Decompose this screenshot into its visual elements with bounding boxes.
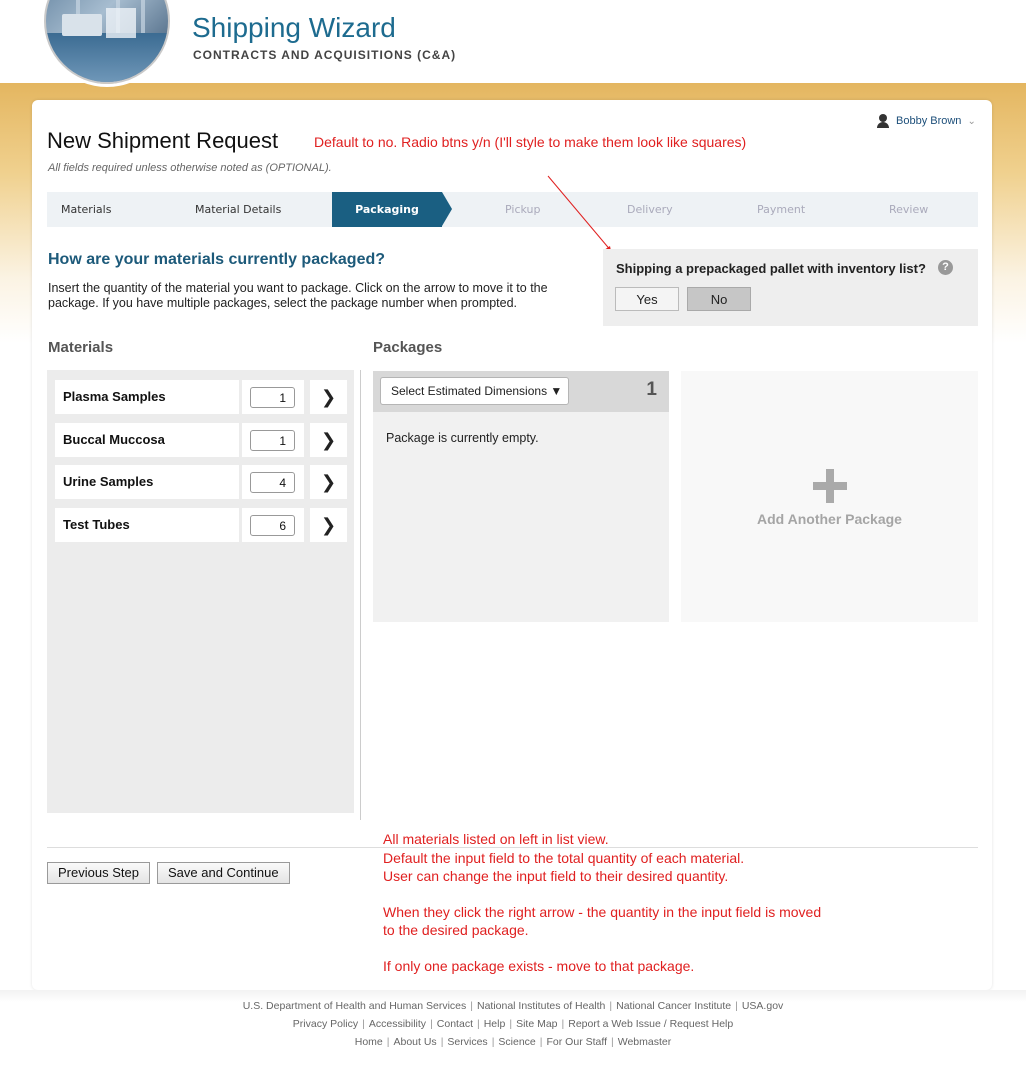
step-material-details[interactable]: Material Details <box>195 192 315 227</box>
column-divider <box>360 370 361 820</box>
footer-link-help[interactable]: Help <box>484 1018 506 1030</box>
annotation-line: Default the input field to the total qua… <box>383 850 745 866</box>
annotation-radio-note: Default to no. Radio btns y/n (I'll styl… <box>314 134 747 150</box>
required-note: All fields required unless otherwise not… <box>48 162 332 174</box>
pallet-yes-radio[interactable]: Yes <box>615 287 679 311</box>
footer-row-nav: Home | About Us | Services | Science | For Our S… <box>354 1036 672 1048</box>
material-label: Urine Samples <box>55 465 239 499</box>
quantity-input[interactable] <box>250 472 295 493</box>
package-number: 1 <box>646 379 657 400</box>
footer-row-policies: Privacy Policy | Accessibility | Contact | Hel… <box>292 1018 734 1030</box>
person-icon <box>876 114 890 128</box>
annotation-line: to the desired package. <box>383 922 529 938</box>
footer-link-science[interactable]: Science <box>498 1036 535 1048</box>
footer-link-webmaster[interactable]: Webmaster <box>618 1036 672 1048</box>
footer-link-accessibility[interactable]: Accessibility <box>369 1018 426 1030</box>
footer-row-agencies: U.S. Department of Health and Human Serv… <box>242 1000 784 1012</box>
footer-link-nci[interactable]: National Cancer Institute <box>616 1000 731 1012</box>
page-title: New Shipment Request <box>47 128 279 153</box>
materials-list: Plasma Samples ❯ Buccal Muccosa ❯ Urine … <box>47 370 354 813</box>
dimensions-select[interactable]: Select Estimated Dimensions ▼ <box>380 377 569 405</box>
footer-link-home[interactable]: Home <box>355 1036 383 1048</box>
add-package-button[interactable]: Add Another Package <box>681 371 978 622</box>
material-label: Buccal Muccosa <box>55 423 239 457</box>
save-and-continue-button[interactable]: Save and Continue <box>157 862 290 884</box>
footer-link-services[interactable]: Services <box>447 1036 487 1048</box>
footer-link-report-issue[interactable]: Report a Web Issue / Request Help <box>568 1018 733 1030</box>
app-title: Shipping Wizard <box>192 12 396 43</box>
footer-link-usagov[interactable]: USA.gov <box>742 1000 783 1012</box>
annotation-line: When they click the right arrow - the qu… <box>383 904 822 920</box>
quantity-input[interactable] <box>250 430 295 451</box>
annotation-line: If only one package exists - move to tha… <box>383 958 695 974</box>
packaging-question: How are your materials currently package… <box>48 251 386 268</box>
help-icon[interactable]: ? <box>938 260 953 275</box>
footer-link-hhs[interactable]: U.S. Department of Health and Human Serv… <box>243 1000 467 1012</box>
move-right-arrow-icon[interactable]: ❯ <box>310 465 347 499</box>
pallet-question: Shipping a prepackaged pallet with inven… <box>616 261 926 276</box>
pallet-no-radio[interactable]: No <box>687 287 751 311</box>
package-empty-text: Package is currently empty. <box>386 431 539 445</box>
move-right-arrow-icon[interactable]: ❯ <box>310 423 347 457</box>
footer-link-staff[interactable]: For Our Staff <box>547 1036 608 1048</box>
quantity-input[interactable] <box>250 515 295 536</box>
plus-icon <box>813 469 847 503</box>
user-name: Bobby Brown <box>896 115 962 127</box>
footer-link-privacy[interactable]: Privacy Policy <box>293 1018 358 1030</box>
add-package-label: Add Another Package <box>757 511 902 527</box>
footer-link-nih[interactable]: National Institutes of Health <box>477 1000 605 1012</box>
previous-step-button[interactable]: Previous Step <box>47 862 150 884</box>
step-packaging[interactable]: Packaging <box>332 192 452 227</box>
package-header: Select Estimated Dimensions ▼ 1 <box>373 371 669 412</box>
materials-heading: Materials <box>48 339 114 356</box>
agency-logo <box>44 0 170 84</box>
pallet-question-box: Shipping a prepackaged pallet with inven… <box>603 249 978 326</box>
user-menu[interactable]: Bobby Brown ⌄ <box>876 114 976 128</box>
step-delivery: Delivery <box>627 203 673 216</box>
quantity-input[interactable] <box>250 387 295 408</box>
material-label: Plasma Samples <box>55 380 239 414</box>
move-right-arrow-icon[interactable]: ❯ <box>310 508 347 542</box>
package-card: Select Estimated Dimensions ▼ 1 Package … <box>373 371 669 622</box>
step-review: Review <box>889 203 929 216</box>
footer-link-sitemap[interactable]: Site Map <box>516 1018 557 1030</box>
packaging-instructions: Insert the quantity of the material you … <box>48 281 548 310</box>
annotation-line: User can change the input field to their… <box>383 868 729 884</box>
step-materials[interactable]: Materials <box>61 192 171 227</box>
app-subtitle: CONTRACTS AND ACQUISITIONS (C&A) <box>193 48 457 62</box>
footer-link-about[interactable]: About Us <box>393 1036 436 1048</box>
step-payment: Payment <box>757 203 806 216</box>
packages-heading: Packages <box>373 339 443 356</box>
move-right-arrow-icon[interactable]: ❯ <box>310 380 347 414</box>
step-progress-bar: Materials Material Details Packaging Pic… <box>47 192 978 227</box>
divider <box>47 847 978 848</box>
footer-link-contact[interactable]: Contact <box>437 1018 473 1030</box>
chevron-down-icon: ⌄ <box>967 115 976 127</box>
material-label: Test Tubes <box>55 508 239 542</box>
